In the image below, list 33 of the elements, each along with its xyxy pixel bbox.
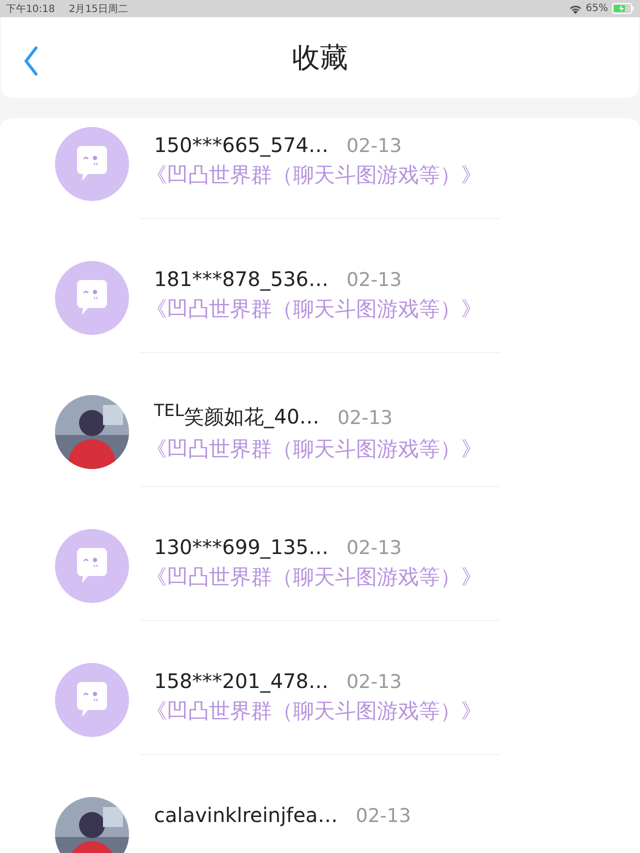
group-name: 《凹凸世界群（聊天斗图游戏等）》 [146, 296, 482, 323]
page-title: 收藏 [292, 40, 348, 76]
chat-bubble-avatar-icon [55, 261, 129, 335]
contact-name: calavinklreinjfea… [154, 803, 338, 827]
wifi-icon [568, 4, 582, 14]
item-date: 02-13 [356, 805, 411, 827]
item-date: 02-13 [346, 135, 402, 157]
item-date: 02-13 [346, 537, 402, 559]
battery-icon [612, 3, 634, 14]
status-date: 2月15日周二 [68, 2, 128, 16]
contact-name: $^{TEL}$笑颜如花_40… [154, 401, 320, 431]
chat-bubble-avatar-icon [55, 529, 129, 603]
favorite-item[interactable]: 181***878_536… 02-13 《凹凸世界群（聊天斗图游戏等）》 [0, 252, 640, 386]
group-name: 《凹凸世界群（聊天斗图游戏等）》 [146, 564, 482, 591]
item-date: 02-13 [346, 269, 402, 291]
favorite-item[interactable]: 150***665_574… 02-13 《凹凸世界群（聊天斗图游戏等）》 [0, 118, 640, 252]
chat-bubble-avatar-icon [55, 127, 129, 201]
group-name: 《凹凸世界群（聊天斗图游戏等）》 [146, 698, 482, 725]
favorite-item[interactable]: 158***201_478… 02-13 《凹凸世界群（聊天斗图游戏等）》 [0, 654, 640, 788]
chat-bubble-avatar-icon [55, 663, 129, 737]
contact-name: 150***665_574… [154, 133, 329, 157]
group-name: 《凹凸世界群（聊天斗图游戏等）》 [146, 436, 482, 463]
status-time: 下午10:18 [6, 2, 55, 16]
item-date: 02-13 [346, 671, 402, 693]
favorite-item[interactable]: $^{TEL}$笑颜如花_40… 02-13 《凹凸世界群（聊天斗图游戏等）》 [0, 386, 640, 520]
contact-name: 181***878_536… [154, 267, 329, 291]
item-date: 02-13 [337, 406, 393, 429]
battery-percent: 65% [586, 3, 608, 14]
favorite-item[interactable]: calavinklreinjfea… 02-13 [0, 788, 640, 853]
group-name: 《凹凸世界群（聊天斗图游戏等）》 [146, 162, 482, 189]
contact-name: 158***201_478… [154, 669, 329, 693]
favorite-item[interactable]: 130***699_135… 02-13 《凹凸世界群（聊天斗图游戏等）》 [0, 520, 640, 654]
contact-name: 130***699_135… [154, 535, 329, 559]
